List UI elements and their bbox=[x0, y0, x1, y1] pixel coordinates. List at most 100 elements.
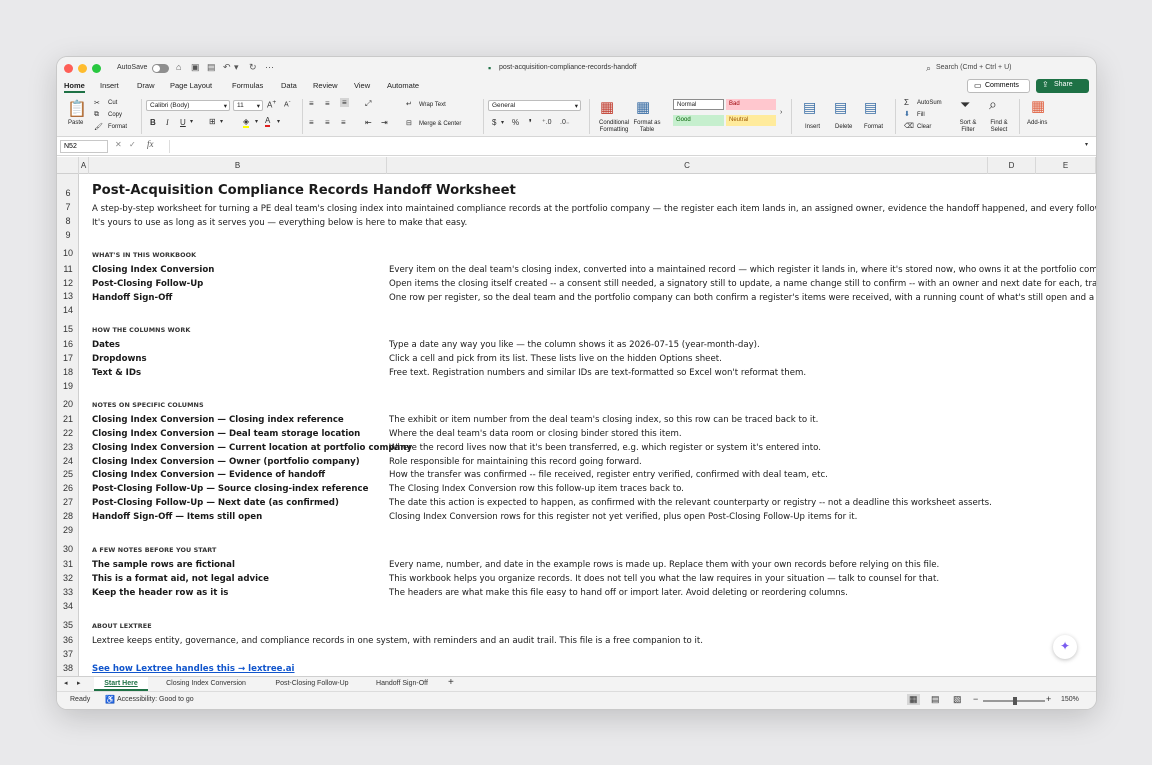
cell-label[interactable]: Text & IDs bbox=[92, 368, 141, 378]
zoom-in-icon[interactable]: + bbox=[1046, 694, 1051, 704]
cell-description[interactable]: Type a date any way you like — the colum… bbox=[389, 340, 760, 350]
row-number[interactable]: 32 bbox=[57, 573, 79, 583]
sheet-tab-closing-index-conversion[interactable]: Closing Index Conversion bbox=[153, 677, 259, 691]
align-top-icon[interactable]: ≡ bbox=[309, 99, 314, 108]
styles-more-icon[interactable]: › bbox=[780, 109, 782, 116]
expand-formula-icon[interactable]: ▾ bbox=[1085, 141, 1088, 148]
cell-label[interactable]: Closing Index Conversion — Evidence of h… bbox=[92, 470, 325, 480]
row-number[interactable]: 7 bbox=[57, 202, 79, 212]
intro-text[interactable]: It's yours to use as long as it serves y… bbox=[92, 218, 467, 228]
accessibility-icon[interactable]: ♿ bbox=[105, 695, 115, 704]
bold-icon[interactable]: B bbox=[150, 118, 156, 127]
cell-description[interactable]: Role responsible for maintaining this re… bbox=[389, 457, 642, 467]
row-number[interactable]: 28 bbox=[57, 511, 79, 521]
row-number[interactable]: 25 bbox=[57, 469, 79, 479]
row-number[interactable]: 14 bbox=[57, 305, 79, 315]
cell-label[interactable]: Post-Closing Follow-Up — Next date (as c… bbox=[92, 498, 339, 508]
minimize-window-button[interactable] bbox=[78, 64, 87, 73]
fill-color-icon[interactable]: ◈ bbox=[243, 117, 250, 128]
decrease-indent-icon[interactable]: ⇤ bbox=[365, 118, 372, 127]
align-bottom-icon[interactable]: ≡ bbox=[340, 98, 349, 107]
row-number[interactable]: 8 bbox=[57, 216, 79, 226]
row-number[interactable]: 30 bbox=[57, 544, 79, 554]
cell-label[interactable]: Handoff Sign-Off bbox=[92, 293, 172, 303]
lextree-link[interactable]: See how Lextree handles this → lextree.a… bbox=[92, 664, 295, 674]
cell-label[interactable]: Dates bbox=[92, 340, 120, 350]
tab-data[interactable]: Data bbox=[281, 81, 297, 90]
section-heading[interactable]: A FEW NOTES BEFORE YOU START bbox=[92, 546, 217, 554]
increase-font-icon[interactable]: A+ bbox=[267, 99, 276, 110]
clear-label[interactable]: Clear bbox=[917, 124, 931, 130]
cell-description[interactable]: Closing Index Conversion rows for this r… bbox=[389, 512, 857, 522]
wrap-text-label[interactable]: Wrap Text bbox=[419, 102, 446, 108]
format-as-table-label[interactable]: Format as Table bbox=[633, 120, 661, 134]
cut-label[interactable]: Cut bbox=[108, 100, 117, 106]
sort-filter-label[interactable]: Sort & Filter bbox=[956, 120, 980, 134]
chevron-down-icon[interactable]: ▾ bbox=[277, 118, 280, 125]
delete-cells-label[interactable]: Delete bbox=[835, 124, 852, 130]
scroll-left-icon[interactable]: ◂ bbox=[64, 679, 68, 687]
fill-icon[interactable]: ⬇ bbox=[904, 110, 910, 118]
section-heading[interactable]: HOW THE COLUMNS WORK bbox=[92, 326, 190, 334]
row-number[interactable]: 11 bbox=[57, 264, 79, 274]
tab-formulas[interactable]: Formulas bbox=[232, 81, 263, 90]
column-header-d[interactable]: D bbox=[988, 157, 1036, 174]
enter-icon[interactable]: ✓ bbox=[129, 140, 136, 149]
delete-cells-icon[interactable]: ▤ bbox=[834, 99, 847, 116]
formula-input[interactable] bbox=[169, 140, 1092, 153]
home-icon[interactable]: ⌂ bbox=[176, 62, 181, 72]
sort-filter-icon[interactable]: ⏷ bbox=[960, 97, 970, 113]
row-number[interactable]: 12 bbox=[57, 278, 79, 288]
cell-description[interactable]: The date this action is expected to happ… bbox=[389, 498, 992, 508]
row-number[interactable]: 23 bbox=[57, 442, 79, 452]
autosum-label[interactable]: AutoSum bbox=[917, 100, 942, 106]
orientation-icon[interactable]: ⤢ bbox=[365, 99, 371, 109]
wrap-text-icon[interactable]: ↵ bbox=[406, 100, 412, 108]
cell-label[interactable]: Closing Index Conversion — Closing index… bbox=[92, 415, 344, 425]
copy-label[interactable]: Copy bbox=[108, 112, 122, 118]
column-header-c[interactable]: C bbox=[387, 157, 988, 174]
row-number[interactable]: 20 bbox=[57, 399, 79, 409]
row-number[interactable]: 22 bbox=[57, 428, 79, 438]
sheet-tab-post-closing-follow-up[interactable]: Post-Closing Follow-Up bbox=[262, 677, 362, 691]
comments-button[interactable]: ▭ Comments bbox=[967, 79, 1030, 93]
cell-description[interactable]: Every name, number, and date in the exam… bbox=[389, 560, 939, 570]
row-number[interactable]: 17 bbox=[57, 353, 79, 363]
format-painter-label[interactable]: Format bbox=[108, 124, 127, 130]
accessibility-status[interactable]: Accessibility: Good to go bbox=[117, 696, 194, 703]
redo-icon[interactable]: ↻ bbox=[249, 62, 257, 73]
format-as-table-icon[interactable]: ▦ bbox=[636, 98, 650, 116]
cell-label[interactable]: The sample rows are fictional bbox=[92, 560, 235, 570]
row-number[interactable]: 10 bbox=[57, 248, 79, 258]
share-button[interactable]: ⇪ Share bbox=[1036, 79, 1089, 93]
row-number[interactable]: 6 bbox=[57, 188, 79, 198]
cell-description[interactable]: Free text. Registration numbers and simi… bbox=[389, 368, 806, 378]
row-number[interactable]: 36 bbox=[57, 635, 79, 645]
row-number[interactable]: 13 bbox=[57, 291, 79, 301]
page-layout-view-icon[interactable]: ▤ bbox=[931, 694, 940, 705]
decrease-font-icon[interactable]: A- bbox=[284, 99, 291, 108]
cell-description[interactable]: Click a cell and pick from its list. The… bbox=[389, 354, 722, 364]
insert-cells-icon[interactable]: ▤ bbox=[803, 99, 816, 116]
increase-decimal-icon[interactable]: ⁺.0 bbox=[542, 118, 552, 126]
cell-description[interactable]: Every item on the deal team's closing in… bbox=[389, 265, 1096, 275]
row-number[interactable]: 27 bbox=[57, 497, 79, 507]
row-number[interactable]: 35 bbox=[57, 620, 79, 630]
column-header-e[interactable]: E bbox=[1036, 157, 1096, 174]
find-select-icon[interactable]: ⌕ bbox=[989, 96, 997, 113]
copilot-icon[interactable]: ✦ bbox=[1053, 635, 1077, 659]
percent-icon[interactable]: % bbox=[512, 118, 519, 127]
cell-label[interactable]: Closing Index Conversion — Current locat… bbox=[92, 443, 412, 453]
chevron-down-icon[interactable]: ▾ bbox=[501, 119, 504, 126]
align-right-icon[interactable]: ≡ bbox=[341, 118, 346, 127]
number-format-dropdown[interactable]: General ▾ bbox=[488, 100, 581, 111]
undo-icon[interactable]: ↶ bbox=[223, 62, 231, 73]
row-number[interactable]: 9 bbox=[57, 230, 79, 240]
cell-label[interactable]: Closing Index Conversion — Deal team sto… bbox=[92, 429, 360, 439]
row-number[interactable]: 18 bbox=[57, 367, 79, 377]
tab-automate[interactable]: Automate bbox=[387, 81, 419, 90]
find-select-label[interactable]: Find & Select bbox=[985, 120, 1013, 134]
row-number[interactable]: 29 bbox=[57, 525, 79, 535]
autosave-toggle[interactable] bbox=[152, 64, 169, 73]
name-box[interactable]: N52 bbox=[60, 140, 108, 153]
